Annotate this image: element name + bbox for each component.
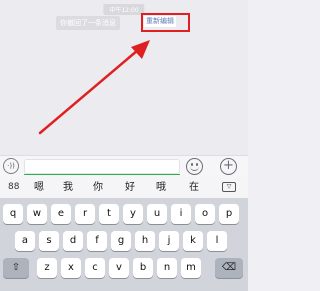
key-p[interactable]: p bbox=[219, 204, 239, 224]
key-s[interactable]: s bbox=[39, 231, 59, 251]
chat-area: 中午12:00 你撤回了一条消息 重新编辑 bbox=[0, 0, 248, 155]
grid-icon[interactable]: 88 bbox=[8, 182, 19, 193]
candidate-item[interactable]: 哦 bbox=[156, 181, 166, 194]
chat-screen: 中午12:00 你撤回了一条消息 重新编辑 ·)) + 88 嗯 我 你 好 哦 bbox=[0, 0, 248, 291]
candidate-bar: 88 嗯 我 你 好 哦 在 ▽ bbox=[0, 177, 248, 199]
key-e[interactable]: e bbox=[51, 204, 71, 224]
candidate-item[interactable]: 你 bbox=[93, 181, 103, 194]
message-input-bar: ·)) + bbox=[0, 155, 248, 177]
key-u[interactable]: u bbox=[147, 204, 167, 224]
message-input[interactable] bbox=[24, 159, 180, 174]
key-o[interactable]: o bbox=[195, 204, 215, 224]
emoji-icon[interactable] bbox=[186, 158, 203, 175]
key-j[interactable]: j bbox=[159, 231, 179, 251]
candidate-item[interactable]: 嗯 bbox=[34, 181, 44, 194]
key-k[interactable]: k bbox=[183, 231, 203, 251]
key-v[interactable]: v bbox=[109, 258, 129, 278]
key-r[interactable]: r bbox=[75, 204, 95, 224]
emoji-mouth bbox=[190, 166, 199, 171]
key-l[interactable]: l bbox=[207, 231, 227, 251]
candidate-item[interactable]: 在 bbox=[189, 181, 199, 194]
plus-icon[interactable]: + bbox=[220, 158, 237, 175]
key-f[interactable]: f bbox=[87, 231, 107, 251]
key-q[interactable]: q bbox=[3, 204, 23, 224]
key-y[interactable]: y bbox=[123, 204, 143, 224]
key-b[interactable]: b bbox=[133, 258, 153, 278]
key-g[interactable]: g bbox=[111, 231, 131, 251]
key-i[interactable]: i bbox=[171, 204, 191, 224]
key-z[interactable]: z bbox=[37, 258, 57, 278]
collapse-icon[interactable]: ▽ bbox=[222, 182, 236, 192]
key-w[interactable]: w bbox=[27, 204, 47, 224]
key-a[interactable]: a bbox=[15, 231, 35, 251]
input-underline bbox=[24, 174, 180, 175]
key-t[interactable]: t bbox=[99, 204, 119, 224]
key-n[interactable]: n bbox=[157, 258, 177, 278]
keyboard: 88 嗯 我 你 好 哦 在 ▽ q w e r t y u i o p a s… bbox=[0, 177, 248, 291]
key-m[interactable]: m bbox=[181, 258, 201, 278]
voice-icon[interactable]: ·)) bbox=[3, 158, 19, 174]
key-x[interactable]: x bbox=[61, 258, 81, 278]
shift-key[interactable]: ⇧ bbox=[3, 258, 29, 278]
annotation-arrow bbox=[38, 40, 150, 135]
key-h[interactable]: h bbox=[135, 231, 155, 251]
candidate-item[interactable]: 好 bbox=[125, 181, 135, 194]
candidate-item[interactable]: 我 bbox=[63, 181, 73, 194]
key-c[interactable]: c bbox=[85, 258, 105, 278]
key-d[interactable]: d bbox=[63, 231, 83, 251]
delete-key[interactable]: ⌫ bbox=[215, 258, 243, 278]
